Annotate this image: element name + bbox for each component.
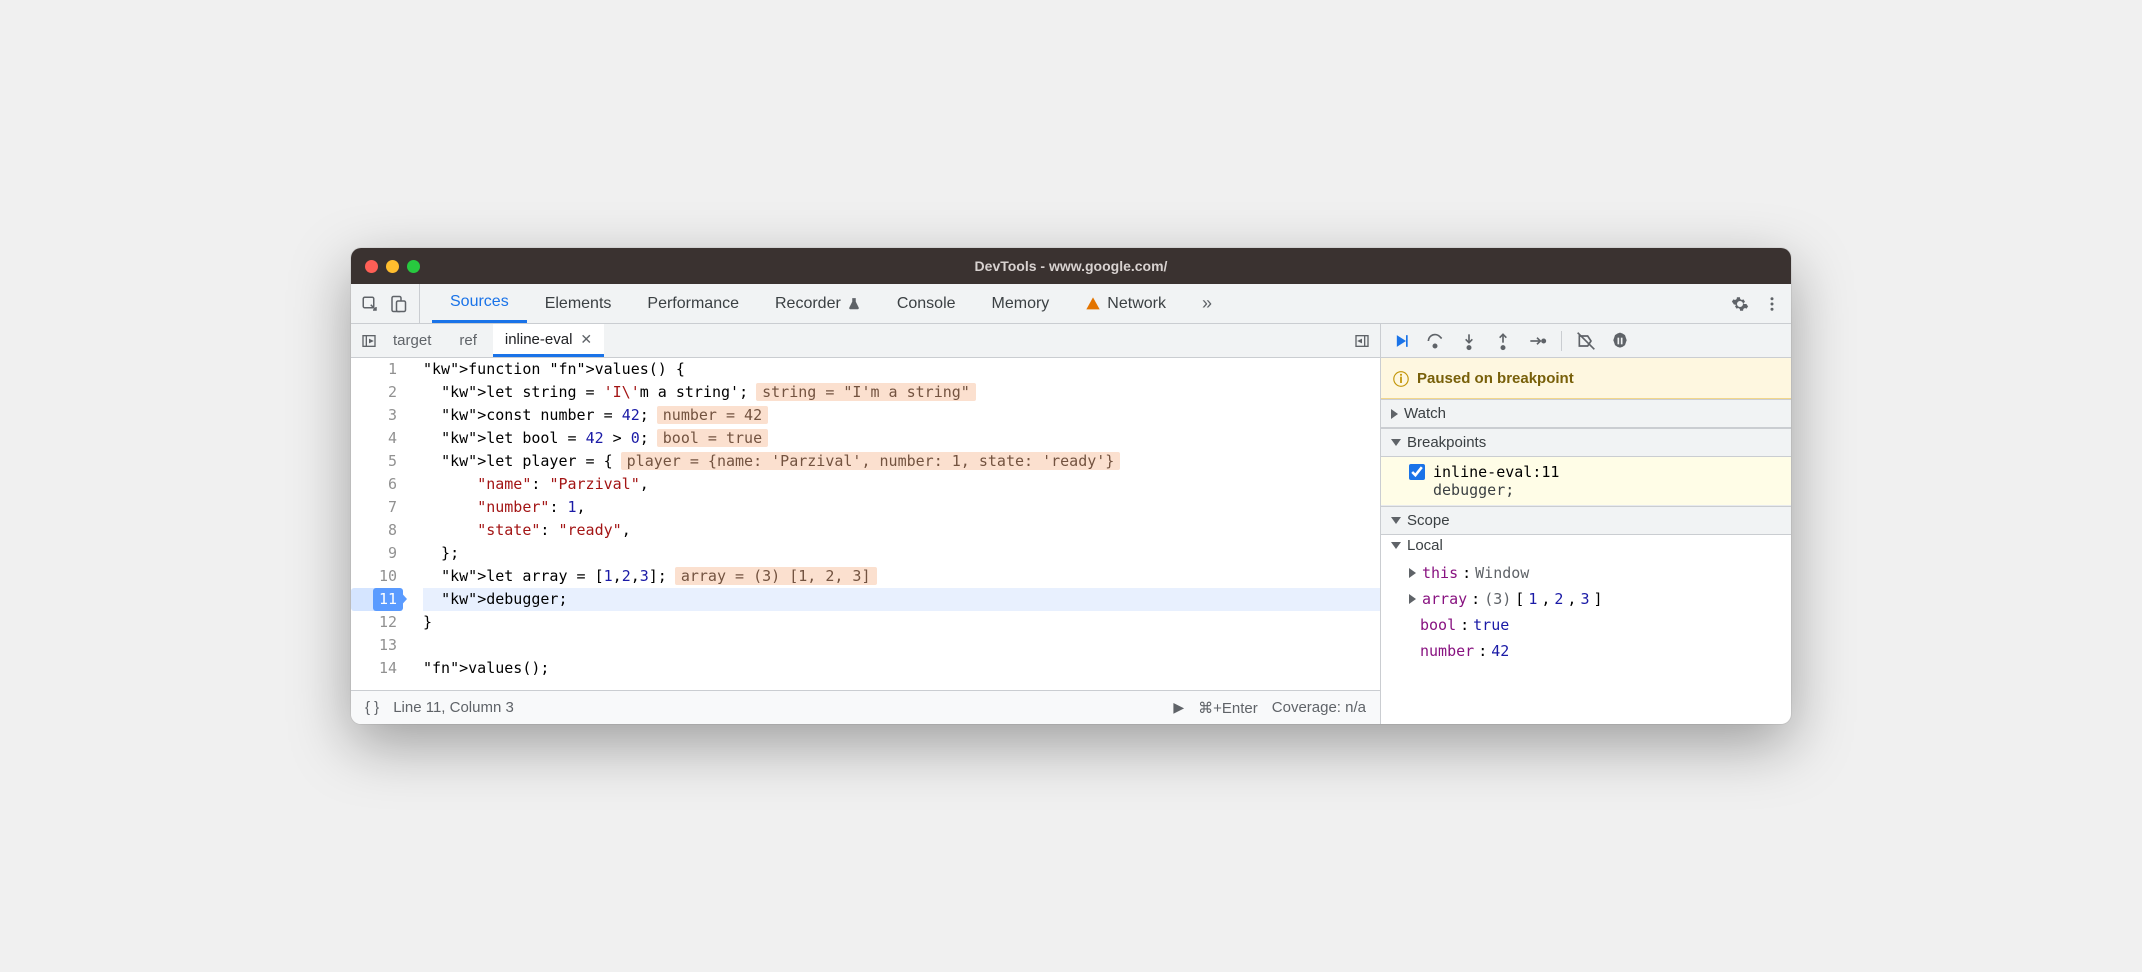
code-line[interactable]: "kw">debugger;	[423, 588, 1380, 611]
close-icon[interactable]: ✕	[580, 331, 592, 348]
info-icon: ⓘ	[1393, 366, 1409, 390]
scope-local-header[interactable]: Local	[1381, 535, 1791, 556]
tab-console[interactable]: Console	[879, 284, 974, 323]
window-title: DevTools - www.google.com/	[351, 258, 1791, 274]
coverage-status: Coverage: n/a	[1272, 699, 1366, 716]
chevron-right-icon	[1409, 568, 1416, 578]
file-tab-target[interactable]: target	[381, 324, 443, 357]
line-number[interactable]: 1	[351, 358, 397, 381]
file-tabs: target ref inline-eval ✕	[351, 324, 1380, 358]
gear-icon[interactable]	[1731, 295, 1749, 313]
code-line[interactable]: "fn">values();	[423, 657, 1380, 680]
sources-pane: target ref inline-eval ✕ 123456789101112…	[351, 324, 1381, 724]
scope-variable[interactable]: number: 42	[1381, 638, 1791, 664]
breakpoint-item[interactable]: inline-eval:11 debugger;	[1381, 457, 1791, 506]
line-number[interactable]: 7	[351, 496, 397, 519]
device-toolbar-icon[interactable]	[389, 295, 407, 313]
scope-variable[interactable]: this: Window	[1381, 560, 1791, 586]
line-number[interactable]: 11	[351, 588, 397, 611]
code-line[interactable]: "number": 1,	[423, 496, 1380, 519]
step-into-button[interactable]	[1459, 331, 1479, 351]
code-editor[interactable]: 1234567891011121314 "kw">function "fn">v…	[351, 358, 1380, 690]
file-tab-ref[interactable]: ref	[447, 324, 489, 357]
code-line[interactable]: "kw">let player = {player = {name: 'Parz…	[423, 450, 1380, 473]
tab-elements[interactable]: Elements	[527, 284, 630, 323]
code-line[interactable]: "kw">const number = 42;number = 42	[423, 404, 1380, 427]
code-line[interactable]: "kw">function "fn">values() {	[423, 358, 1380, 381]
code-line[interactable]: };	[423, 542, 1380, 565]
tabs-overflow[interactable]: »	[1184, 284, 1230, 323]
line-number[interactable]: 10	[351, 565, 397, 588]
line-number[interactable]: 3	[351, 404, 397, 427]
code-line[interactable]: "kw">let bool = 42 > 0;bool = true	[423, 427, 1380, 450]
line-number[interactable]: 5	[351, 450, 397, 473]
line-number[interactable]: 12	[351, 611, 397, 634]
kebab-menu-icon[interactable]	[1763, 295, 1781, 313]
tab-network[interactable]: Network	[1067, 284, 1184, 323]
line-number[interactable]: 8	[351, 519, 397, 542]
code-line[interactable]: }	[423, 611, 1380, 634]
warning-icon	[1085, 296, 1101, 312]
editor-status-bar: { } Line 11, Column 3 ▶ ⌘+Enter Coverage…	[351, 690, 1380, 724]
debugger-toolbar	[1381, 324, 1791, 358]
code-line[interactable]: "kw">let string = 'I\'m a string';string…	[423, 381, 1380, 404]
line-number[interactable]: 6	[351, 473, 397, 496]
code-line[interactable]: "kw">let array = [1,2,3];array = (3) [1,…	[423, 565, 1380, 588]
titlebar: DevTools - www.google.com/	[351, 248, 1791, 284]
scope-variable[interactable]: array: (3) [1, 2, 3]	[1381, 586, 1791, 612]
tab-sources[interactable]: Sources	[432, 284, 527, 323]
code-content[interactable]: "kw">function "fn">values() { "kw">let s…	[411, 358, 1380, 690]
panel-tabbar: Sources Elements Performance Recorder Co…	[351, 284, 1791, 324]
line-number[interactable]: 14	[351, 657, 397, 680]
watch-section-header[interactable]: Watch	[1381, 399, 1791, 428]
tab-performance[interactable]: Performance	[629, 284, 757, 323]
step-over-button[interactable]	[1425, 331, 1445, 351]
line-number[interactable]: 2	[351, 381, 397, 404]
pause-on-exceptions-button[interactable]	[1610, 331, 1630, 351]
chevron-right-icon	[1409, 594, 1416, 604]
run-shortcut-hint: ⌘+Enter	[1198, 699, 1258, 717]
step-button[interactable]	[1527, 331, 1547, 351]
tab-recorder[interactable]: Recorder	[757, 284, 879, 323]
traffic-lights	[365, 260, 420, 273]
step-out-button[interactable]	[1493, 331, 1513, 351]
code-line[interactable]	[423, 634, 1380, 657]
line-number[interactable]: 4	[351, 427, 397, 450]
breakpoint-snippet: debugger;	[1409, 481, 1781, 499]
navigator-toggle-icon[interactable]	[361, 333, 377, 349]
scope-section-header[interactable]: Scope	[1381, 506, 1791, 535]
breakpoints-section-header[interactable]: Breakpoints	[1381, 428, 1791, 457]
file-tab-inline-eval[interactable]: inline-eval ✕	[493, 324, 604, 357]
minimize-window-button[interactable]	[386, 260, 399, 273]
line-number[interactable]: 13	[351, 634, 397, 657]
chevron-right-icon	[1391, 409, 1398, 419]
panel-tabs: Sources Elements Performance Recorder Co…	[432, 284, 1719, 323]
close-window-button[interactable]	[365, 260, 378, 273]
chevron-down-icon	[1391, 517, 1401, 524]
experiment-icon	[847, 297, 861, 311]
chevron-down-icon	[1391, 439, 1401, 446]
debugger-pane: ⓘ Paused on breakpoint Watch Breakpoints…	[1381, 324, 1791, 724]
chevron-down-icon	[1391, 542, 1401, 549]
scope-variable[interactable]: bool: true	[1381, 612, 1791, 638]
debugger-toggle-icon[interactable]	[1354, 333, 1370, 349]
code-line[interactable]: "name": "Parzival",	[423, 473, 1380, 496]
maximize-window-button[interactable]	[407, 260, 420, 273]
cursor-position: Line 11, Column 3	[393, 699, 514, 716]
code-line[interactable]: "state": "ready",	[423, 519, 1380, 542]
breakpoint-checkbox[interactable]	[1409, 464, 1425, 480]
line-number[interactable]: 9	[351, 542, 397, 565]
pause-banner: ⓘ Paused on breakpoint	[1381, 358, 1791, 399]
pretty-print-button[interactable]: { }	[365, 699, 379, 716]
line-gutter[interactable]: 1234567891011121314	[351, 358, 411, 690]
run-snippet-button[interactable]: ▶	[1173, 699, 1184, 716]
devtools-window: DevTools - www.google.com/ Sources Eleme…	[351, 248, 1791, 724]
inspect-element-icon[interactable]	[361, 295, 379, 313]
tab-memory[interactable]: Memory	[974, 284, 1068, 323]
scope-local-body: this: Windowarray: (3) [1, 2, 3]bool: tr…	[1381, 556, 1791, 668]
pause-message: Paused on breakpoint	[1417, 370, 1574, 387]
deactivate-breakpoints-button[interactable]	[1576, 331, 1596, 351]
breakpoint-label: inline-eval:11	[1433, 463, 1559, 481]
resume-button[interactable]	[1391, 331, 1411, 351]
